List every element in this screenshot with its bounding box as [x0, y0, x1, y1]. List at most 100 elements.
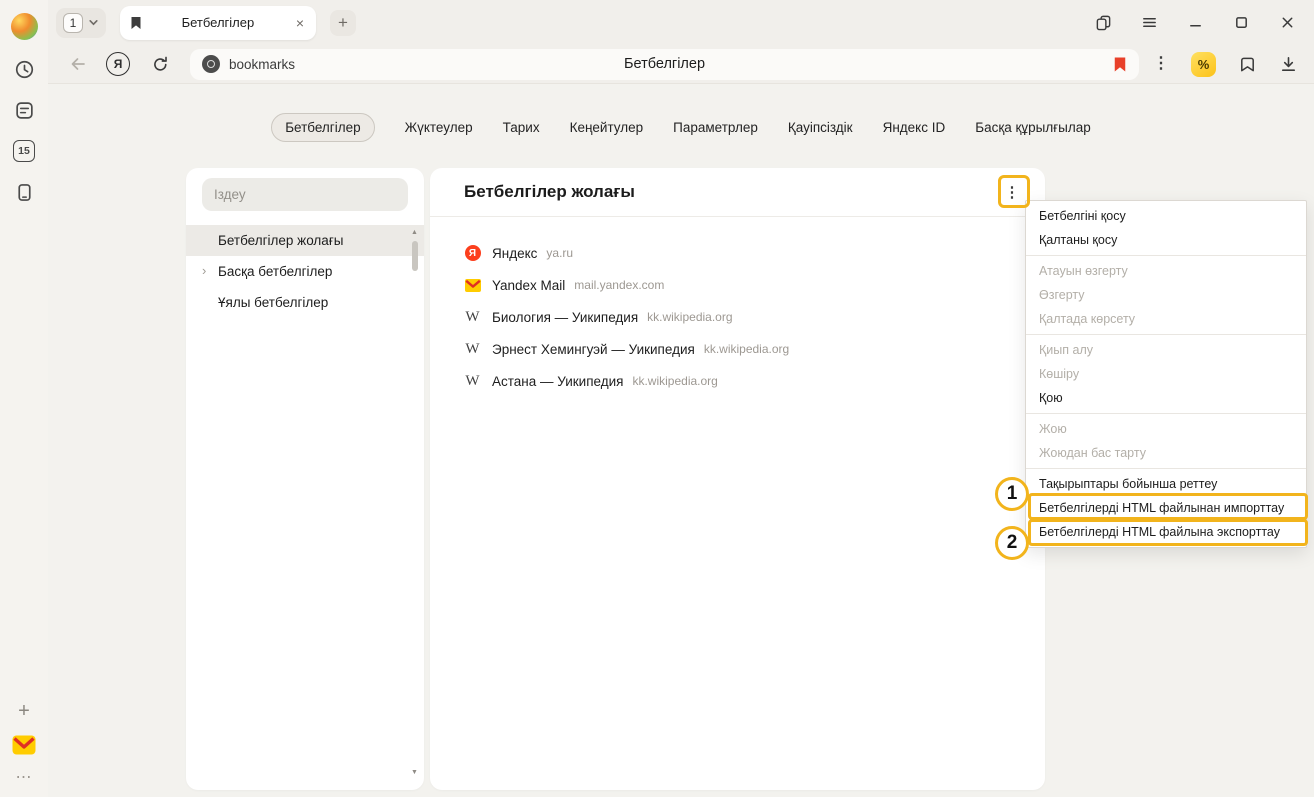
- menu-group: Жою Жоюдан бас тарту: [1026, 414, 1306, 469]
- yandex-mail-favicon: [464, 277, 481, 294]
- devices-icon[interactable]: [12, 180, 36, 204]
- tab-security[interactable]: Қауіпсіздік: [788, 120, 853, 135]
- url-text: bookmarks: [229, 57, 295, 72]
- active-tab[interactable]: Бетбелгілер ×: [120, 6, 316, 40]
- bookmark-flag-icon[interactable]: [1113, 56, 1127, 73]
- tab-extensions[interactable]: Кеңейтулер: [570, 120, 644, 135]
- menu-item-copy: Көшіру: [1026, 362, 1306, 386]
- bookmark-url: kk.wikipedia.org: [704, 342, 789, 356]
- menu-item-undo-delete: Жоюдан бас тарту: [1026, 441, 1306, 465]
- page-title: Бетбелгілер: [190, 56, 1139, 72]
- window-controls: [1094, 14, 1296, 32]
- menu-item-sort-by-title[interactable]: Тақырыптары бойынша реттеу: [1026, 472, 1306, 496]
- menu-item-add-bookmark[interactable]: Бетбелгіні қосу: [1026, 204, 1306, 228]
- rail-add-icon[interactable]: +: [18, 701, 30, 721]
- bookmark-row[interactable]: Я Яндекс ya.ru: [430, 237, 1045, 269]
- wikipedia-favicon: W: [465, 341, 479, 358]
- tab-downloads[interactable]: Жүктеулер: [405, 120, 473, 135]
- folder-item-other-bookmarks[interactable]: › Басқа бетбелгілер: [186, 256, 424, 287]
- yandex-home-icon[interactable]: Я: [106, 52, 130, 76]
- download-icon[interactable]: [1279, 55, 1298, 74]
- menu-group: Атауын өзгерту Өзгерту Қалтада көрсету: [1026, 256, 1306, 335]
- rail-bottom: + ⋯: [12, 701, 36, 797]
- wikipedia-favicon: W: [465, 373, 479, 390]
- bookmark-row[interactable]: Yandex Mail mail.yandex.com: [430, 269, 1045, 301]
- omnibox[interactable]: bookmarks Бетбелгілер: [190, 49, 1139, 80]
- tabs-panel-icon[interactable]: 15: [12, 139, 36, 163]
- tab-other-devices[interactable]: Басқа құрылғылар: [975, 120, 1091, 135]
- side-rail: 15 + ⋯: [0, 0, 48, 797]
- address-bar-actions: ⋮ %: [1153, 52, 1298, 77]
- bookmark-title: Биология — Уикипедия: [492, 310, 638, 325]
- bookmark-list: Я Яндекс ya.ru Yandex Mail mail.yandex.c…: [430, 217, 1045, 397]
- protect-more-icon[interactable]: ⋮: [1153, 56, 1169, 72]
- menu-item-import-html[interactable]: Бетбелгілерді HTML файлынан импорттау: [1026, 496, 1306, 520]
- menu-item-rename: Атауын өзгерту: [1026, 259, 1306, 283]
- menu-item-export-html[interactable]: Бетбелгілерді HTML файлына экспорттау: [1026, 520, 1306, 544]
- yandex-mail-app-icon[interactable]: [12, 735, 36, 755]
- menu-item-paste[interactable]: Қою: [1026, 386, 1306, 410]
- tab-group-selector[interactable]: 1: [56, 8, 106, 38]
- back-icon[interactable]: [66, 52, 90, 76]
- folder-item-bookmarks-bar[interactable]: Бетбелгілер жолағы: [186, 225, 424, 256]
- promo-percent-icon[interactable]: %: [1191, 52, 1216, 77]
- profile-avatar[interactable]: [11, 13, 38, 40]
- wikipedia-favicon: W: [465, 309, 479, 326]
- bookmark-url: kk.wikipedia.org: [632, 374, 717, 388]
- open-tabs-count: 15: [13, 140, 35, 162]
- bookmark-url: ya.ru: [546, 246, 573, 260]
- tab-close-icon[interactable]: ×: [294, 15, 306, 31]
- settings-nav: Бетбелгілер Жүктеулер Тарих Кеңейтулер П…: [48, 113, 1314, 142]
- bookmark-row[interactable]: W Астана — Уикипедия kk.wikipedia.org: [430, 365, 1045, 397]
- bookmark-tab-icon: [130, 16, 142, 30]
- bookmarks-heading: Бетбелгілер жолағы: [464, 182, 999, 202]
- bookmark-title: Яндекс: [492, 246, 537, 261]
- scroll-up-icon[interactable]: ▲: [411, 228, 418, 238]
- search-input[interactable]: [202, 178, 408, 211]
- bookmark-row[interactable]: W Эрнест Хемингуэй — Уикипедия kk.wikipe…: [430, 333, 1045, 365]
- side-panels-icon[interactable]: [1094, 14, 1112, 32]
- menu-item-edit: Өзгерту: [1026, 283, 1306, 307]
- menu-group: Тақырыптары бойынша реттеу Бетбелгілерді…: [1026, 469, 1306, 547]
- history-icon[interactable]: [12, 57, 36, 81]
- new-tab-button[interactable]: +: [330, 10, 356, 36]
- scroll-down-icon[interactable]: ▼: [411, 768, 418, 778]
- menu-group: Қиып алу Көшіру Қою: [1026, 335, 1306, 414]
- folder-actions-menu-icon[interactable]: ⋮: [999, 179, 1025, 205]
- bookmark-url: kk.wikipedia.org: [647, 310, 732, 324]
- yandex-favicon: Я: [465, 245, 481, 261]
- tab-yandex-id[interactable]: Яндекс ID: [883, 120, 946, 135]
- tab-settings[interactable]: Параметрлер: [673, 120, 758, 135]
- close-window-button[interactable]: [1278, 14, 1296, 32]
- refresh-icon[interactable]: [148, 52, 172, 76]
- folder-label: Ұялы бетбелгілер: [218, 295, 328, 310]
- folders-scrollbar[interactable]: ▲ ▼: [408, 228, 421, 778]
- menu-item-show-in-folder: Қалтада көрсету: [1026, 307, 1306, 331]
- feed-icon[interactable]: [12, 98, 36, 122]
- menu-item-delete: Жою: [1026, 417, 1306, 441]
- minimize-button[interactable]: [1186, 14, 1204, 32]
- bookmarks-header: Бетбелгілер жолағы ⋮: [430, 168, 1045, 217]
- bookmark-title: Yandex Mail: [492, 278, 565, 293]
- tab-history[interactable]: Тарих: [503, 120, 540, 135]
- browser-menu-icon[interactable]: [1140, 14, 1158, 32]
- bookmarks-panel: Бетбелгілер жолағы ⋮ Я Яндекс ya.ru Yand…: [430, 168, 1045, 790]
- chevron-right-icon[interactable]: ›: [202, 263, 206, 278]
- folder-label: Басқа бетбелгілер: [218, 264, 332, 279]
- tab-title: Бетбелгілер: [142, 15, 294, 30]
- tab-bookmarks[interactable]: Бетбелгілер: [271, 113, 374, 142]
- collections-icon[interactable]: [1238, 55, 1257, 74]
- maximize-button[interactable]: [1232, 14, 1250, 32]
- folder-item-mobile-bookmarks[interactable]: Ұялы бетбелгілер: [186, 287, 424, 318]
- rail-more-icon[interactable]: ⋯: [16, 767, 33, 787]
- menu-item-add-folder[interactable]: Қалтаны қосу: [1026, 228, 1306, 252]
- site-favicon: [202, 55, 220, 73]
- bookmark-row[interactable]: W Биология — Уикипедия kk.wikipedia.org: [430, 301, 1045, 333]
- folders-panel: Бетбелгілер жолағы › Басқа бетбелгілер Ұ…: [186, 168, 424, 790]
- chevron-down-icon: [88, 17, 99, 28]
- menu-item-cut: Қиып алу: [1026, 338, 1306, 362]
- menu-group: Бетбелгіні қосу Қалтаны қосу: [1026, 201, 1306, 256]
- bookmark-title: Эрнест Хемингуэй — Уикипедия: [492, 342, 695, 357]
- tab-group-count: 1: [63, 13, 83, 33]
- scrollbar-thumb[interactable]: [412, 241, 418, 271]
